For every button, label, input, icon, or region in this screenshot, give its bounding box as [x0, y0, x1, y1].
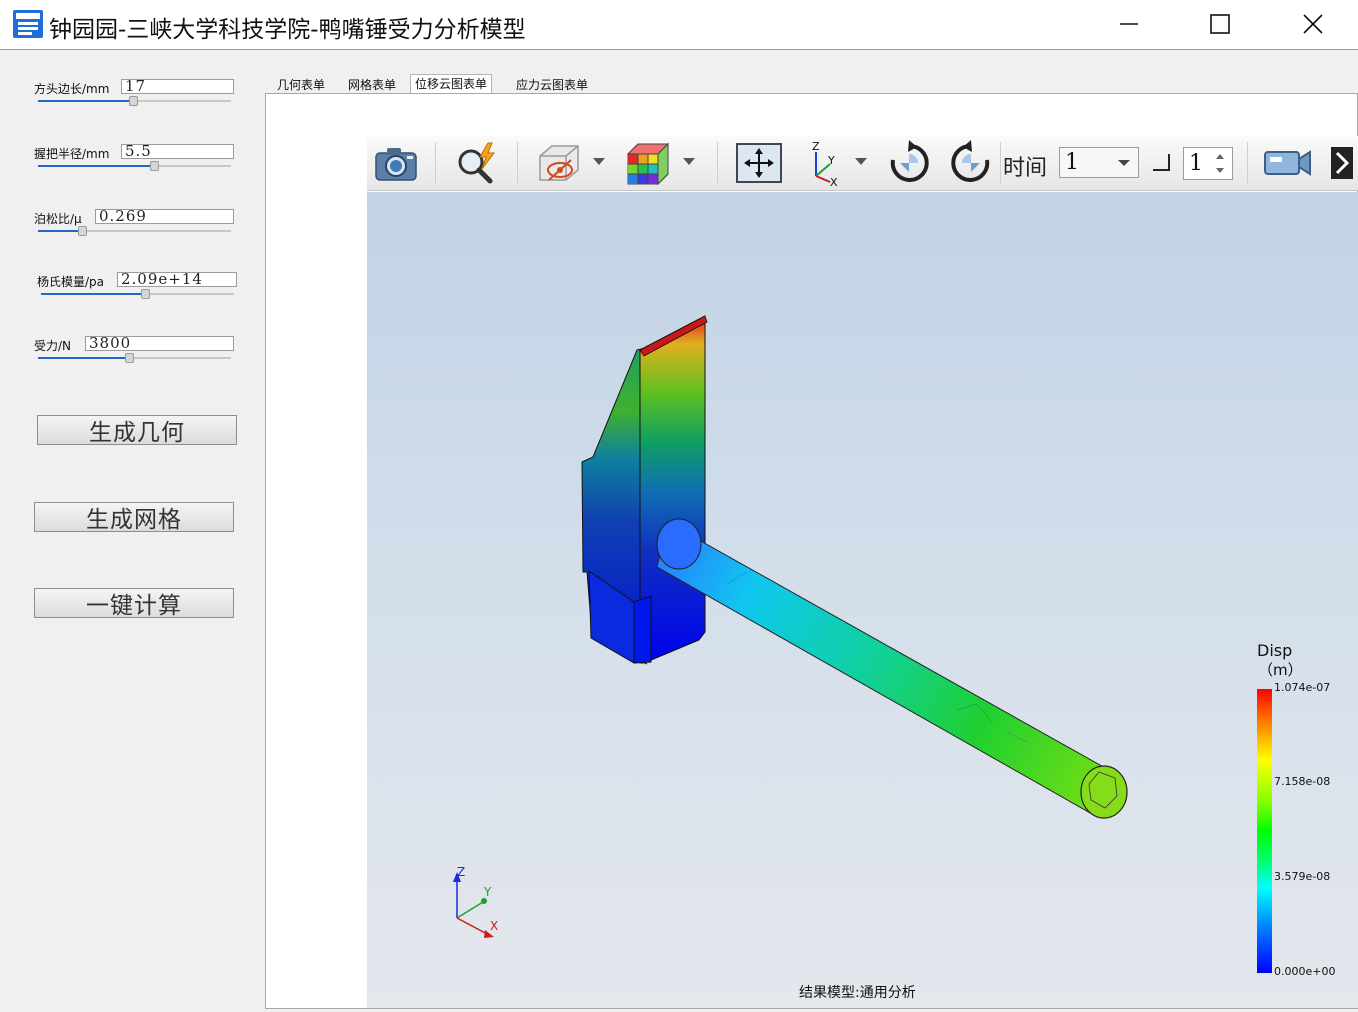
time-label: 时间	[1003, 156, 1048, 181]
param-label-head-side: 方头边长/mm	[34, 82, 110, 96]
rotate-cw-button[interactable]	[885, 140, 933, 186]
slider-thumb[interactable]	[78, 226, 87, 236]
head-side-input[interactable]: 17	[121, 79, 234, 94]
force-slider[interactable]	[38, 353, 231, 363]
hammer-handle	[656, 521, 1108, 815]
param-label-poisson: 泊松比/μ	[34, 212, 82, 226]
poisson-input[interactable]: 0.269	[95, 209, 234, 224]
slider-thumb[interactable]	[141, 289, 150, 299]
slider-thumb[interactable]	[125, 353, 134, 363]
axis-view-icon: Z Y X	[812, 140, 838, 186]
step-icon	[1153, 154, 1170, 171]
generate-mesh-button[interactable]: 生成网格	[34, 502, 234, 533]
hide-object-button[interactable]	[533, 140, 585, 186]
app-icon	[13, 10, 43, 38]
record-video-button[interactable]	[1261, 140, 1315, 186]
view-axis-dropdown-icon[interactable]	[855, 158, 867, 165]
svg-text:Z: Z	[812, 140, 820, 153]
param-label-grip-radius: 握把半径/mm	[34, 147, 110, 161]
legend-value-1: 3.579e-08	[1274, 870, 1331, 883]
step-value: 1	[1189, 151, 1203, 176]
legend-value-2: 7.158e-08	[1274, 775, 1331, 788]
spin-down-icon[interactable]	[1216, 168, 1224, 173]
tab-displacement[interactable]: 位移云图表单	[410, 74, 493, 95]
hammer-model[interactable]: Z Y X	[367, 192, 1358, 1008]
color-grid-icon	[626, 142, 670, 186]
display-mode-dropdown-icon[interactable]	[683, 158, 695, 165]
spin-up-icon[interactable]	[1216, 154, 1224, 159]
legend-unit: （m）	[1258, 661, 1303, 679]
minimize-icon	[1120, 23, 1138, 25]
3d-viewport[interactable]: Z Y X	[367, 192, 1358, 1008]
slider-thumb[interactable]	[129, 96, 138, 106]
close-icon	[1303, 14, 1323, 34]
maximize-icon	[1210, 14, 1230, 34]
force-input[interactable]: 3800	[85, 336, 234, 351]
svg-text:Y: Y	[827, 154, 835, 167]
tab-stress[interactable]: 应力云图表单	[512, 76, 592, 94]
tab-mesh[interactable]: 网格表单	[344, 76, 400, 94]
youngs-input[interactable]: 2.09e+14	[117, 272, 237, 287]
toolbar-more-button[interactable]	[1329, 140, 1355, 186]
compute-button[interactable]: 一键计算	[34, 588, 234, 619]
legend-color-bar	[1257, 689, 1272, 973]
quick-pick-button[interactable]	[449, 140, 505, 186]
legend-min: 0.000e+00	[1274, 965, 1336, 978]
screenshot-button[interactable]	[371, 140, 421, 186]
title-bar: 钟园园-三峡大学科技学院-鸭嘴锤受力分析模型	[0, 0, 1358, 50]
triad-z-label: Z	[457, 865, 465, 879]
magnify-lightning-icon	[458, 142, 495, 184]
orientation-triad: Z Y X	[453, 865, 498, 938]
fit-view-button[interactable]	[733, 140, 785, 186]
camera-icon	[375, 148, 417, 181]
triad-y-label: Y	[483, 885, 492, 899]
display-mode-button[interactable]	[623, 140, 671, 186]
minimize-button[interactable]	[1106, 5, 1152, 43]
time-select[interactable]: 1	[1059, 147, 1139, 178]
slider-thumb[interactable]	[150, 161, 159, 171]
fit-view-icon	[736, 143, 782, 183]
step-spinbox[interactable]: 1	[1183, 147, 1233, 180]
time-value: 1	[1065, 150, 1079, 175]
view-axis-button[interactable]: Z Y X	[801, 140, 847, 186]
rotate-cw-icon	[890, 140, 929, 182]
video-camera-icon	[1264, 150, 1311, 176]
legend-max: 1.074e-07	[1274, 681, 1331, 694]
param-label-force: 受力/N	[34, 339, 72, 353]
tab-geometry[interactable]: 几何表单	[273, 76, 329, 94]
generate-geometry-button[interactable]: 生成几何	[37, 415, 237, 446]
close-button[interactable]	[1290, 5, 1336, 43]
rotate-ccw-icon	[951, 140, 990, 182]
svg-text:X: X	[830, 176, 838, 186]
legend-title: Disp	[1257, 641, 1293, 660]
rotate-ccw-button[interactable]	[947, 140, 995, 186]
grip-radius-input[interactable]: 5.5	[121, 144, 234, 159]
youngs-slider[interactable]	[41, 289, 234, 299]
grip-radius-slider[interactable]	[38, 161, 231, 171]
hide-object-dropdown-icon[interactable]	[593, 158, 605, 165]
triad-x-label: X	[490, 919, 498, 933]
poisson-slider[interactable]	[38, 226, 231, 236]
result-model-status: 结果模型:通用分析	[799, 985, 916, 1001]
maximize-button[interactable]	[1197, 5, 1243, 43]
head-side-slider[interactable]	[38, 96, 231, 106]
chevron-right-icon	[1331, 147, 1353, 179]
chevron-down-icon	[1118, 160, 1130, 166]
window-title: 钟园园-三峡大学科技学院-鸭嘴锤受力分析模型	[49, 17, 526, 43]
hide-object-icon	[539, 145, 579, 181]
param-label-youngs: 杨氏模量/pa	[37, 275, 105, 289]
